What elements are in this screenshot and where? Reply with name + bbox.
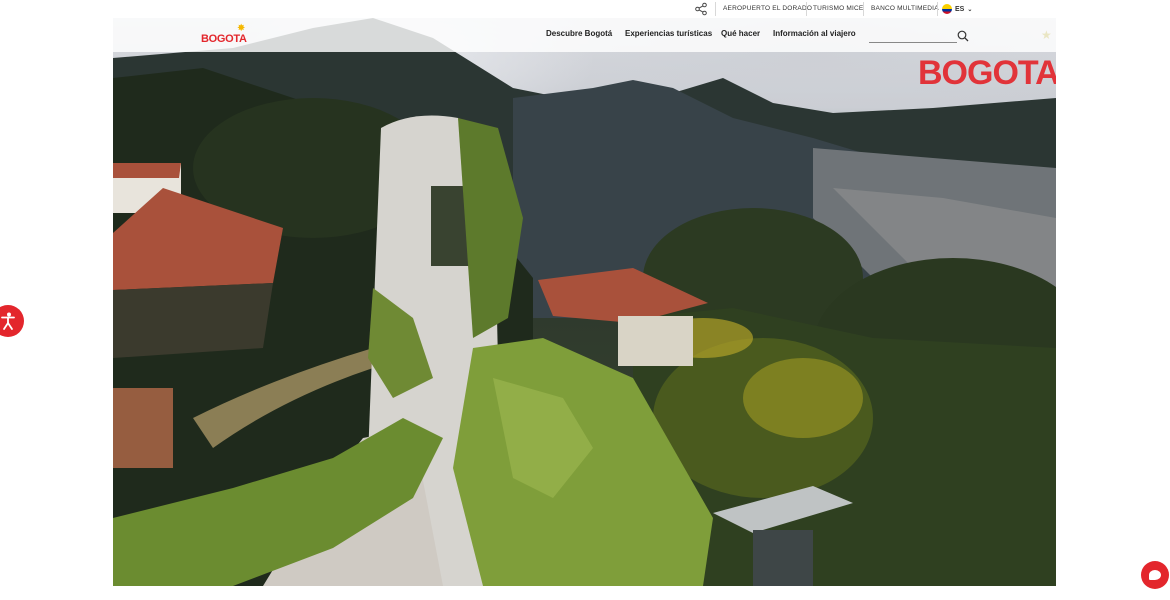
- link-turismo-mice[interactable]: TURISMO MICE: [813, 0, 863, 18]
- star-icon: ✸: [237, 23, 246, 34]
- search-input[interactable]: [869, 42, 957, 43]
- nav-informacion-viajero[interactable]: Información al viajero: [773, 29, 856, 38]
- accessibility-icon: [1, 312, 15, 330]
- decorative-star-icon: ★: [1041, 28, 1052, 42]
- share-icon[interactable]: [694, 2, 708, 16]
- accessibility-button[interactable]: [0, 305, 24, 337]
- landscape-photo: [113, 18, 1056, 586]
- nav-descubre-bogota[interactable]: Descubre Bogotá: [546, 29, 612, 38]
- search-icon[interactable]: [957, 30, 969, 42]
- chat-icon: [1149, 570, 1161, 580]
- utility-divider: [806, 2, 807, 16]
- utility-divider: [937, 2, 938, 16]
- chat-button[interactable]: [1141, 561, 1169, 589]
- utility-bar: AEROPUERTO EL DORADO TURISMO MICE BANCO …: [0, 0, 1170, 18]
- main-header: BOGOTA ✸ Descubre Bogotá Experiencias tu…: [113, 18, 1056, 52]
- hero-brand-text: BOGOTA: [918, 54, 1056, 92]
- chevron-down-icon: ⌄: [967, 6, 973, 13]
- nav-experiencias-turisticas[interactable]: Experiencias turísticas: [625, 29, 712, 38]
- utility-divider: [863, 2, 864, 16]
- link-banco-multimedia[interactable]: BANCO MULTIMEDIA: [871, 0, 939, 18]
- colombia-flag-icon: [942, 4, 952, 14]
- hero-image: BOGOTA: [113, 18, 1056, 586]
- utility-divider: [715, 2, 716, 16]
- link-aeropuerto[interactable]: AEROPUERTO EL DORADO: [723, 0, 812, 18]
- logo-text: BOGOTA: [201, 33, 247, 45]
- nav-que-hacer[interactable]: Qué hacer: [721, 29, 760, 38]
- bogota-logo[interactable]: BOGOTA ✸: [201, 24, 253, 48]
- language-selector[interactable]: ES ⌄: [942, 3, 972, 15]
- language-label: ES: [955, 5, 965, 13]
